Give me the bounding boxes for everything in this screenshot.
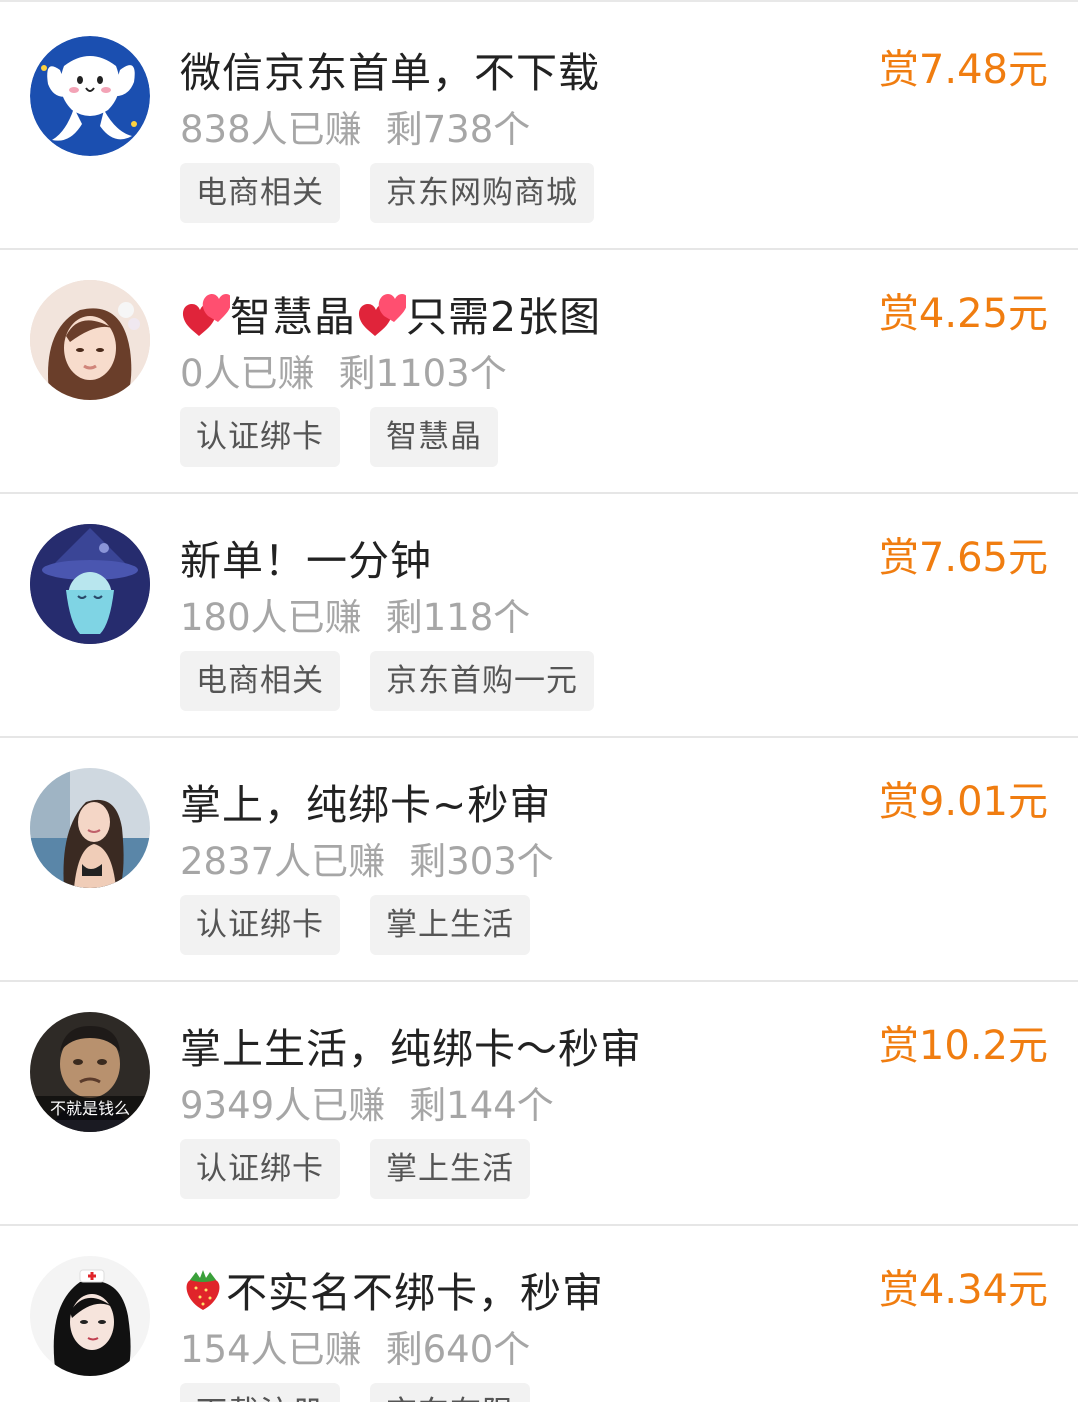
remaining-count: 剩1103个 — [338, 352, 507, 395]
task-row[interactable]: 微信京东首单，不下载 838人已赚 剩738个 电商相关 京东网购商城 赏7.48元 — [0, 6, 1078, 250]
heart-emoji-icon — [356, 290, 406, 336]
girl-photo-avatar[interactable] — [30, 280, 150, 400]
witch-character-avatar[interactable] — [30, 524, 150, 644]
task-tag: 电商相关 — [180, 651, 340, 711]
task-title: 智慧晶 只需2张图 — [180, 284, 601, 344]
task-tag: 掌上生活 — [370, 895, 530, 955]
task-tags: 认证绑卡 掌上生活 — [180, 1139, 560, 1199]
task-stats: 0人已赚 剩1103个 — [180, 348, 507, 400]
woman-photo-avatar[interactable] — [30, 768, 150, 888]
task-row[interactable]: 新单！一分钟 180人已赚 剩118个 电商相关 京东首购一元 赏7.65元 — [0, 494, 1078, 738]
task-list: 微信京东首单，不下载 838人已赚 剩738个 电商相关 京东网购商城 赏7.48元 — [0, 0, 1078, 1402]
reward-amount: 赏7.65元 — [878, 535, 1048, 581]
task-tag: 下载注册 — [180, 1383, 340, 1402]
task-stats: 154人已赚 剩640个 — [180, 1324, 530, 1376]
avatar-caption: 不就是钱么 — [50, 1099, 130, 1118]
task-tag: 认证绑卡 — [180, 895, 340, 955]
task-tags: 认证绑卡 掌上生活 — [180, 895, 560, 955]
earned-count: 838人已赚 — [180, 108, 362, 151]
task-tag: 智慧晶 — [370, 407, 498, 467]
task-stats: 838人已赚 剩738个 — [180, 104, 530, 156]
reward-amount: 赏4.34元 — [878, 1267, 1048, 1313]
task-tags: 电商相关 京东网购商城 — [180, 163, 624, 223]
remaining-count: 剩144个 — [409, 1084, 554, 1127]
remaining-count: 剩118个 — [385, 596, 531, 639]
task-tag: 京东网购商城 — [370, 163, 594, 223]
task-tag: 京东首购一元 — [370, 651, 594, 711]
remaining-count: 剩640个 — [385, 1328, 531, 1371]
task-tag: 京东有限 — [370, 1383, 530, 1402]
earned-count: 154人已赚 — [180, 1328, 362, 1371]
task-stats: 9349人已赚 剩144个 — [180, 1080, 554, 1132]
task-tag: 掌上生活 — [370, 1139, 530, 1199]
task-tags: 认证绑卡 智慧晶 — [180, 407, 528, 467]
task-stats: 180人已赚 剩118个 — [180, 592, 530, 644]
task-row[interactable]: 智慧晶 只需2张图 0人已赚 剩1103个 认证绑卡 智慧晶 赏4.25元 — [0, 250, 1078, 494]
earned-count: 180人已赚 — [180, 596, 362, 639]
task-row[interactable]: 掌上，纯绑卡~秒审 2837人已赚 剩303个 认证绑卡 掌上生活 赏9.01元 — [0, 738, 1078, 982]
man-photo-avatar[interactable]: 不就是钱么 — [30, 1012, 150, 1132]
task-title: 不实名不绑卡，秒审 — [180, 1260, 604, 1320]
task-tag: 电商相关 — [180, 163, 340, 223]
cartoon-character-avatar[interactable] — [30, 36, 150, 156]
task-tags: 下载注册 京东有限 — [180, 1383, 560, 1402]
earned-count: 2837人已赚 — [180, 840, 386, 883]
task-stats: 2837人已赚 剩303个 — [180, 836, 554, 888]
nurse-photo-avatar[interactable] — [30, 1256, 150, 1376]
remaining-count: 剩738个 — [385, 108, 531, 151]
task-row[interactable]: 不就是钱么 掌上生活，纯绑卡～秒审 9349人已赚 剩144个 认证绑卡 掌上生活 … — [0, 982, 1078, 1226]
reward-amount: 赏4.25元 — [878, 291, 1048, 337]
task-row[interactable]: 不实名不绑卡，秒审 154人已赚剩640个 下载注册 京东有限 赏4.34元 — [0, 1226, 1078, 1402]
task-title: 微信京东首单，不下载 — [180, 49, 600, 97]
reward-amount: 赏9.01元 — [878, 779, 1048, 825]
task-tag: 认证绑卡 — [180, 407, 340, 467]
remaining-count: 剩303个 — [409, 840, 554, 883]
task-title: 掌上，纯绑卡~秒审 — [180, 781, 552, 829]
task-title: 掌上生活，纯绑卡～秒审 — [180, 1025, 642, 1073]
task-tags: 电商相关 京东首购一元 — [180, 651, 624, 711]
task-tag: 认证绑卡 — [180, 1139, 340, 1199]
strawberry-emoji-icon — [180, 1266, 226, 1312]
task-title: 新单！一分钟 — [180, 537, 432, 585]
reward-amount: 赏10.2元 — [878, 1023, 1048, 1069]
earned-count: 0人已赚 — [180, 352, 315, 395]
heart-emoji-icon — [180, 290, 230, 336]
earned-count: 9349人已赚 — [180, 1084, 386, 1127]
reward-amount: 赏7.48元 — [878, 47, 1048, 93]
